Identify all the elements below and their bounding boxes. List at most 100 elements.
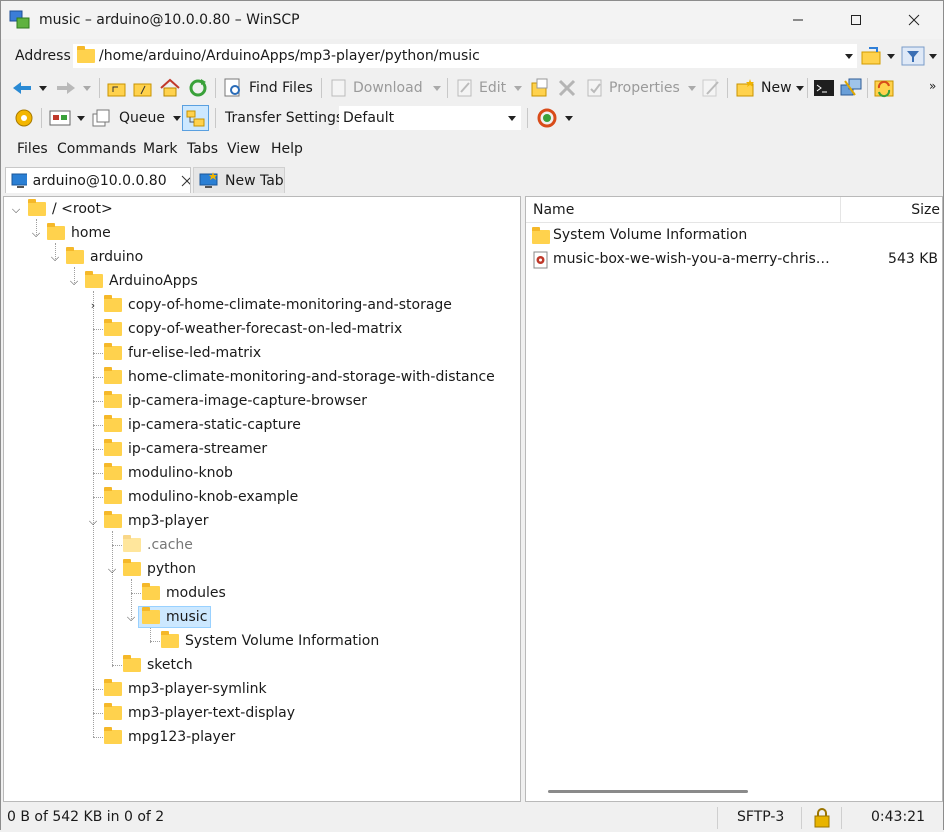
transfer-settings-dropdown-icon[interactable]	[508, 116, 516, 121]
tree-item[interactable]: copy-of-home-climate-monitoring-and-stor…	[104, 294, 452, 316]
tree-item-system-volume-information[interactable]: System Volume Information	[161, 630, 379, 652]
menu-commands[interactable]: Commands	[57, 141, 136, 157]
download-button[interactable]: Download	[329, 75, 441, 101]
properties-dropdown-icon[interactable]	[687, 85, 696, 91]
forward-button[interactable]	[55, 75, 91, 101]
edit-dropdown-icon[interactable]	[514, 85, 523, 91]
tree-item[interactable]: ip-camera-streamer	[104, 438, 267, 460]
duplicate-button[interactable]	[529, 75, 551, 101]
folder-icon	[142, 607, 160, 624]
tree-item[interactable]: modulino-knob-example	[104, 486, 298, 508]
maximize-button[interactable]	[827, 1, 885, 39]
tree-item[interactable]: mpg123-player	[104, 726, 235, 748]
chevron-down-icon[interactable]: ⌵	[125, 611, 137, 624]
folder-icon	[104, 391, 122, 408]
maximize-icon	[851, 15, 861, 25]
parent-directory-button[interactable]	[107, 75, 127, 101]
tree-item-arduino[interactable]: arduino	[66, 246, 143, 268]
queue-dropdown-icon[interactable]	[173, 115, 181, 121]
file-list[interactable]: Name Size System Volume Information musi…	[525, 196, 943, 802]
close-tab-icon[interactable]	[181, 175, 190, 187]
tree-item-modules[interactable]: modules	[142, 582, 226, 604]
transfer-settings-select[interactable]: Default	[339, 106, 521, 130]
address-input[interactable]: /home/arduino/ArduinoApps/mp3-player/pyt…	[73, 44, 857, 68]
menu-files[interactable]: Files	[17, 141, 48, 157]
properties-icon	[587, 79, 602, 97]
chevron-down-icon[interactable]: ⌵	[49, 251, 61, 264]
chevron-down-icon[interactable]: ⌵	[87, 515, 99, 528]
chevron-right-icon[interactable]: ›	[87, 299, 99, 312]
lock-icon[interactable]	[813, 808, 831, 832]
new-dropdown-icon[interactable]	[795, 85, 804, 91]
putty-button[interactable]	[839, 75, 863, 101]
new-tab-icon	[199, 171, 218, 188]
home-directory-button[interactable]	[159, 75, 181, 101]
tree-item[interactable]: home-climate-monitoring-and-storage-with…	[104, 366, 495, 388]
close-button[interactable]	[885, 1, 943, 39]
toolbar-overflow-button[interactable]: »	[929, 73, 936, 99]
forward-dropdown-icon[interactable]	[83, 85, 91, 91]
chevron-down-icon[interactable]: ⌵	[30, 227, 42, 240]
tree-item-sketch[interactable]: sketch	[123, 654, 193, 676]
tree-item[interactable]: mp3-player-text-display	[104, 702, 295, 724]
menu-view[interactable]: View	[227, 141, 260, 157]
table-row[interactable]: System Volume Information	[526, 225, 942, 247]
back-dropdown-icon[interactable]	[39, 85, 47, 91]
chevron-down-icon[interactable]: ⌵	[10, 203, 22, 216]
layout-dropdown-icon[interactable]	[77, 115, 85, 121]
column-header-size[interactable]: Size	[911, 202, 940, 218]
tree-item-arduinoapps[interactable]: ArduinoApps	[85, 270, 198, 292]
folder-icon	[123, 535, 141, 552]
filter-dropdown-icon[interactable]	[929, 54, 937, 59]
tree-item[interactable]: ip-camera-static-capture	[104, 414, 301, 436]
tree-item[interactable]: fur-elise-led-matrix	[104, 342, 261, 364]
menu-help[interactable]: Help	[271, 141, 303, 157]
open-directory-icon[interactable]	[861, 46, 883, 70]
address-dropdown-icon[interactable]	[845, 54, 853, 59]
sync-browsing-button[interactable]	[535, 105, 573, 131]
column-header-name[interactable]: Name	[533, 202, 574, 218]
filter-icon[interactable]	[901, 46, 925, 70]
minimize-button[interactable]	[769, 1, 827, 39]
tree-item-root[interactable]: / <root>	[28, 198, 113, 220]
rename-button[interactable]	[701, 75, 721, 101]
download-dropdown-icon[interactable]	[432, 85, 441, 91]
tree-item-music[interactable]: music	[138, 606, 212, 628]
sync-browsing-dropdown-icon[interactable]	[565, 115, 573, 121]
properties-button[interactable]: Properties	[585, 75, 696, 101]
edit-button[interactable]: Edit	[455, 75, 523, 101]
new-button[interactable]: New	[735, 75, 804, 101]
preferences-button[interactable]	[13, 105, 35, 131]
tab-new[interactable]: New Tab	[193, 167, 285, 193]
tree-item-label: modules	[166, 585, 226, 601]
tree-item-mp3-player[interactable]: mp3-player	[104, 510, 209, 532]
tree-item[interactable]: copy-of-weather-forecast-on-led-matrix	[104, 318, 402, 340]
delete-button[interactable]	[557, 75, 577, 101]
tree-toggle-button[interactable]	[182, 105, 209, 131]
tree-item-cache[interactable]: .cache	[123, 534, 193, 556]
root-directory-button[interactable]	[133, 75, 153, 101]
menu-tabs[interactable]: Tabs	[187, 141, 218, 157]
queue-button[interactable]: Queue	[91, 105, 181, 131]
directory-tree[interactable]: ⌵ / <root> ⌵ home ⌵ arduino ⌵ ArduinoApp…	[3, 196, 521, 802]
horizontal-scrollbar[interactable]	[548, 790, 748, 793]
menu-mark[interactable]: Mark	[143, 141, 178, 157]
tree-item-python[interactable]: python	[123, 558, 196, 580]
chevron-down-icon[interactable]: ⌵	[106, 563, 118, 576]
tree-item[interactable]: mp3-player-symlink	[104, 678, 267, 700]
tree-item-label: copy-of-weather-forecast-on-led-matrix	[128, 321, 403, 337]
chevron-down-icon[interactable]: ⌵	[68, 275, 80, 288]
layout-button[interactable]	[49, 105, 85, 131]
find-files-button[interactable]: Find Files	[223, 75, 313, 101]
open-terminal-button[interactable]	[813, 75, 835, 101]
tree-item[interactable]: ip-camera-image-capture-browser	[104, 390, 367, 412]
tab-session[interactable]: arduino@10.0.0.80	[5, 167, 191, 193]
tree-item[interactable]: modulino-knob	[104, 462, 233, 484]
tree-item-home[interactable]: home	[47, 222, 111, 244]
winscp-app-icon[interactable]	[9, 9, 31, 31]
synchronize-button[interactable]	[873, 75, 897, 101]
back-button[interactable]	[11, 75, 47, 101]
refresh-button[interactable]	[187, 75, 209, 101]
table-row[interactable]: music-box-we-wish-you-a-merry-christmas.…	[526, 249, 942, 271]
open-directory-dropdown-icon[interactable]	[887, 54, 895, 59]
